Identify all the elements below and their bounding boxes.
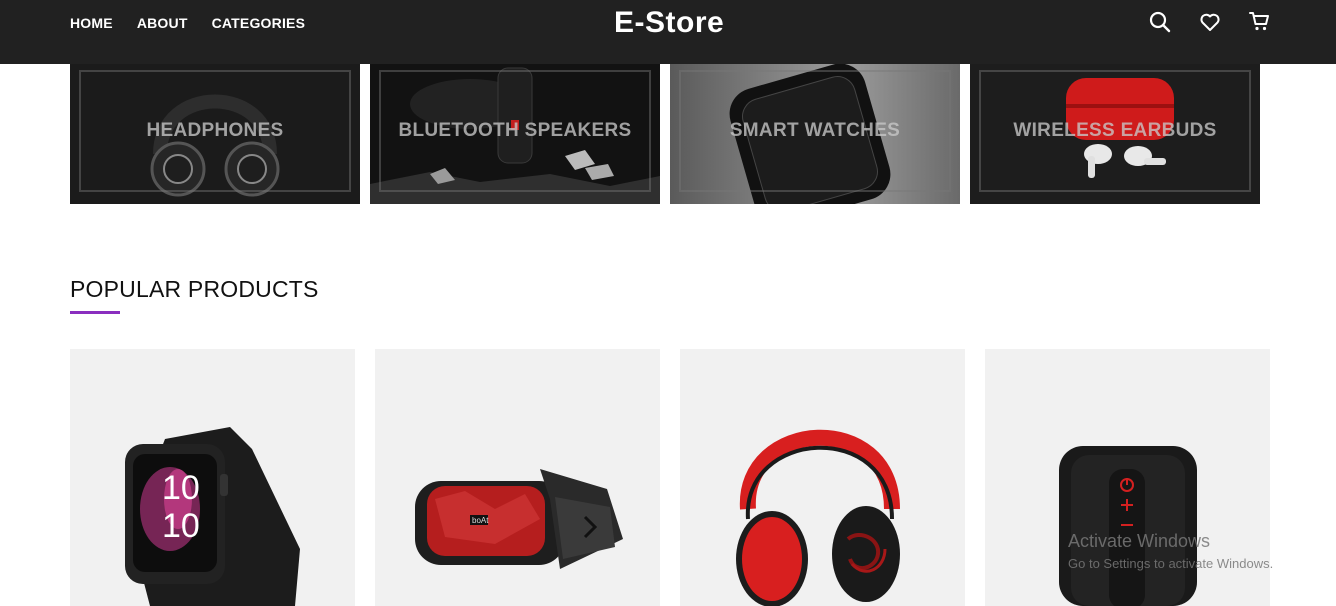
category-label: SMART WATCHES [729,120,901,141]
headphones-product-image [736,429,900,606]
nav-icons [1148,10,1272,34]
search-icon[interactable] [1148,10,1172,34]
category-label: HEADPHONES [146,120,284,141]
category-card-smart-watches[interactable]: SMART WATCHES [670,64,960,204]
nav-about-link[interactable]: ABOUT [137,15,188,31]
cart-icon[interactable] [1248,10,1272,34]
category-banners: HEADPHONES BLUETOOTH SPEAKERS SMART WATC… [70,64,1262,204]
category-label: WIRELESS EARBUDS [1013,120,1217,141]
product-card[interactable] [680,349,965,606]
top-navbar: HOME ABOUT CATEGORIES E-Store [0,0,1336,64]
category-card-bluetooth-speakers[interactable]: BLUETOOTH SPEAKERS [370,64,660,204]
category-card-headphones[interactable]: HEADPHONES [70,64,360,204]
product-card[interactable]: 10 10 [70,349,355,606]
watermark-subtitle: Go to Settings to activate Windows. [1068,556,1274,571]
popular-products-title: POPULAR PRODUCTS [70,276,319,302]
nav-links: HOME ABOUT CATEGORIES [70,15,305,31]
watch-time-top: 10 [162,469,200,507]
bluetooth-speaker-product-image: boAt [415,469,623,569]
title-underline [70,311,120,314]
brand-logo[interactable]: E-Store [614,6,724,40]
nav-home-link[interactable]: HOME [70,15,113,31]
smart-watch-product-image: 10 10 [125,427,300,606]
category-card-wireless-earbuds[interactable]: WIRELESS EARBUDS [970,64,1260,204]
speaker-brand-mark: boAt [472,516,489,525]
watermark-title: Activate Windows [1068,531,1211,551]
category-label: BLUETOOTH SPEAKERS [398,120,632,141]
nav-categories-link[interactable]: CATEGORIES [212,15,306,31]
product-card[interactable]: boAt [375,349,660,606]
windows-activation-watermark: Activate Windows Go to Settings to activ… [1068,531,1273,571]
watch-time-bottom: 10 [162,507,200,545]
heart-icon[interactable] [1198,10,1222,34]
